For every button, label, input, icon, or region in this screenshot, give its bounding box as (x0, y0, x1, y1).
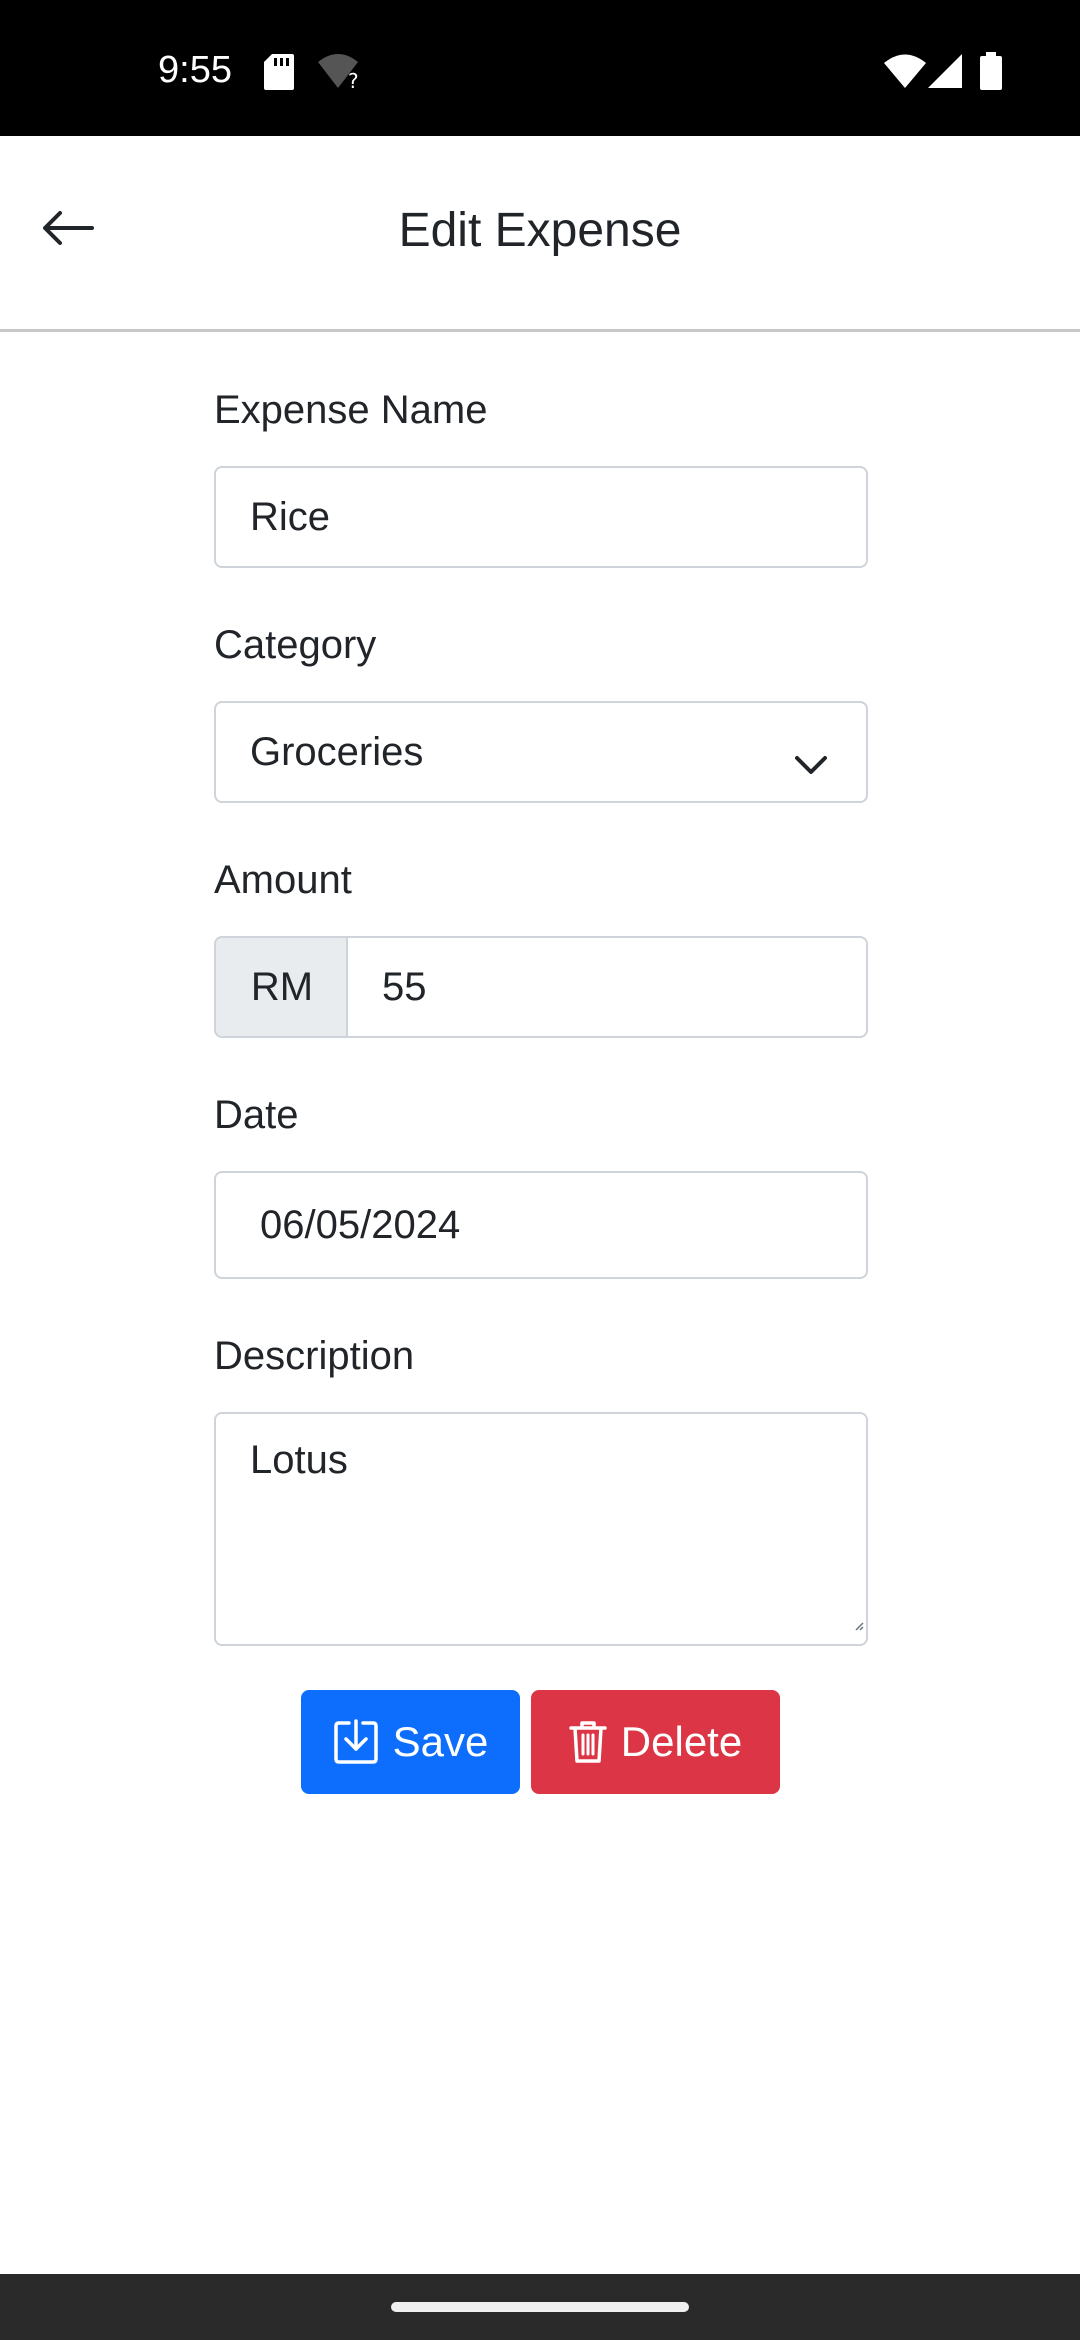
resize-grip-icon[interactable] (854, 1594, 864, 1642)
date-input[interactable]: 06/05/2024 (214, 1171, 868, 1279)
amount-input-group: RM 55 (214, 936, 868, 1038)
expense-name-value: Rice (250, 495, 331, 539)
currency-prefix: RM (214, 936, 348, 1038)
expense-name-input[interactable]: Rice (214, 466, 868, 568)
save-button[interactable]: Save (301, 1690, 520, 1794)
date-label: Date (214, 1093, 299, 1137)
battery-icon (980, 52, 1002, 95)
delete-button[interactable]: Delete (531, 1690, 780, 1794)
app-bar: Edit Expense (0, 136, 1080, 332)
description-label: Description (214, 1334, 415, 1378)
sd-card-icon (264, 54, 294, 95)
category-value: Groceries (250, 730, 424, 774)
date-value: 06/05/2024 (260, 1203, 461, 1247)
status-bar: 9:55 ? (0, 0, 1080, 136)
svg-text:?: ? (348, 69, 359, 90)
category-label: Category (214, 623, 377, 667)
category-select[interactable]: Groceries (214, 701, 868, 803)
save-button-label: Save (392, 1718, 489, 1765)
status-time: 9:55 (158, 49, 232, 91)
description-value: Lotus (250, 1438, 348, 1482)
amount-input[interactable]: 55 (346, 936, 868, 1038)
navigation-bar (0, 2274, 1080, 2340)
delete-button-label: Delete (620, 1718, 743, 1765)
page-title: Edit Expense (398, 204, 682, 257)
trash-icon (569, 1721, 607, 1763)
description-textarea[interactable]: Lotus (214, 1412, 868, 1646)
home-indicator[interactable] (391, 2302, 689, 2312)
expense-name-label: Expense Name (214, 388, 488, 432)
save-icon (333, 1719, 378, 1764)
wifi-icon (884, 54, 926, 93)
wifi-question-icon: ? (318, 54, 364, 95)
chevron-down-icon (794, 739, 828, 787)
amount-label: Amount (214, 858, 352, 902)
signal-icon (928, 54, 962, 93)
